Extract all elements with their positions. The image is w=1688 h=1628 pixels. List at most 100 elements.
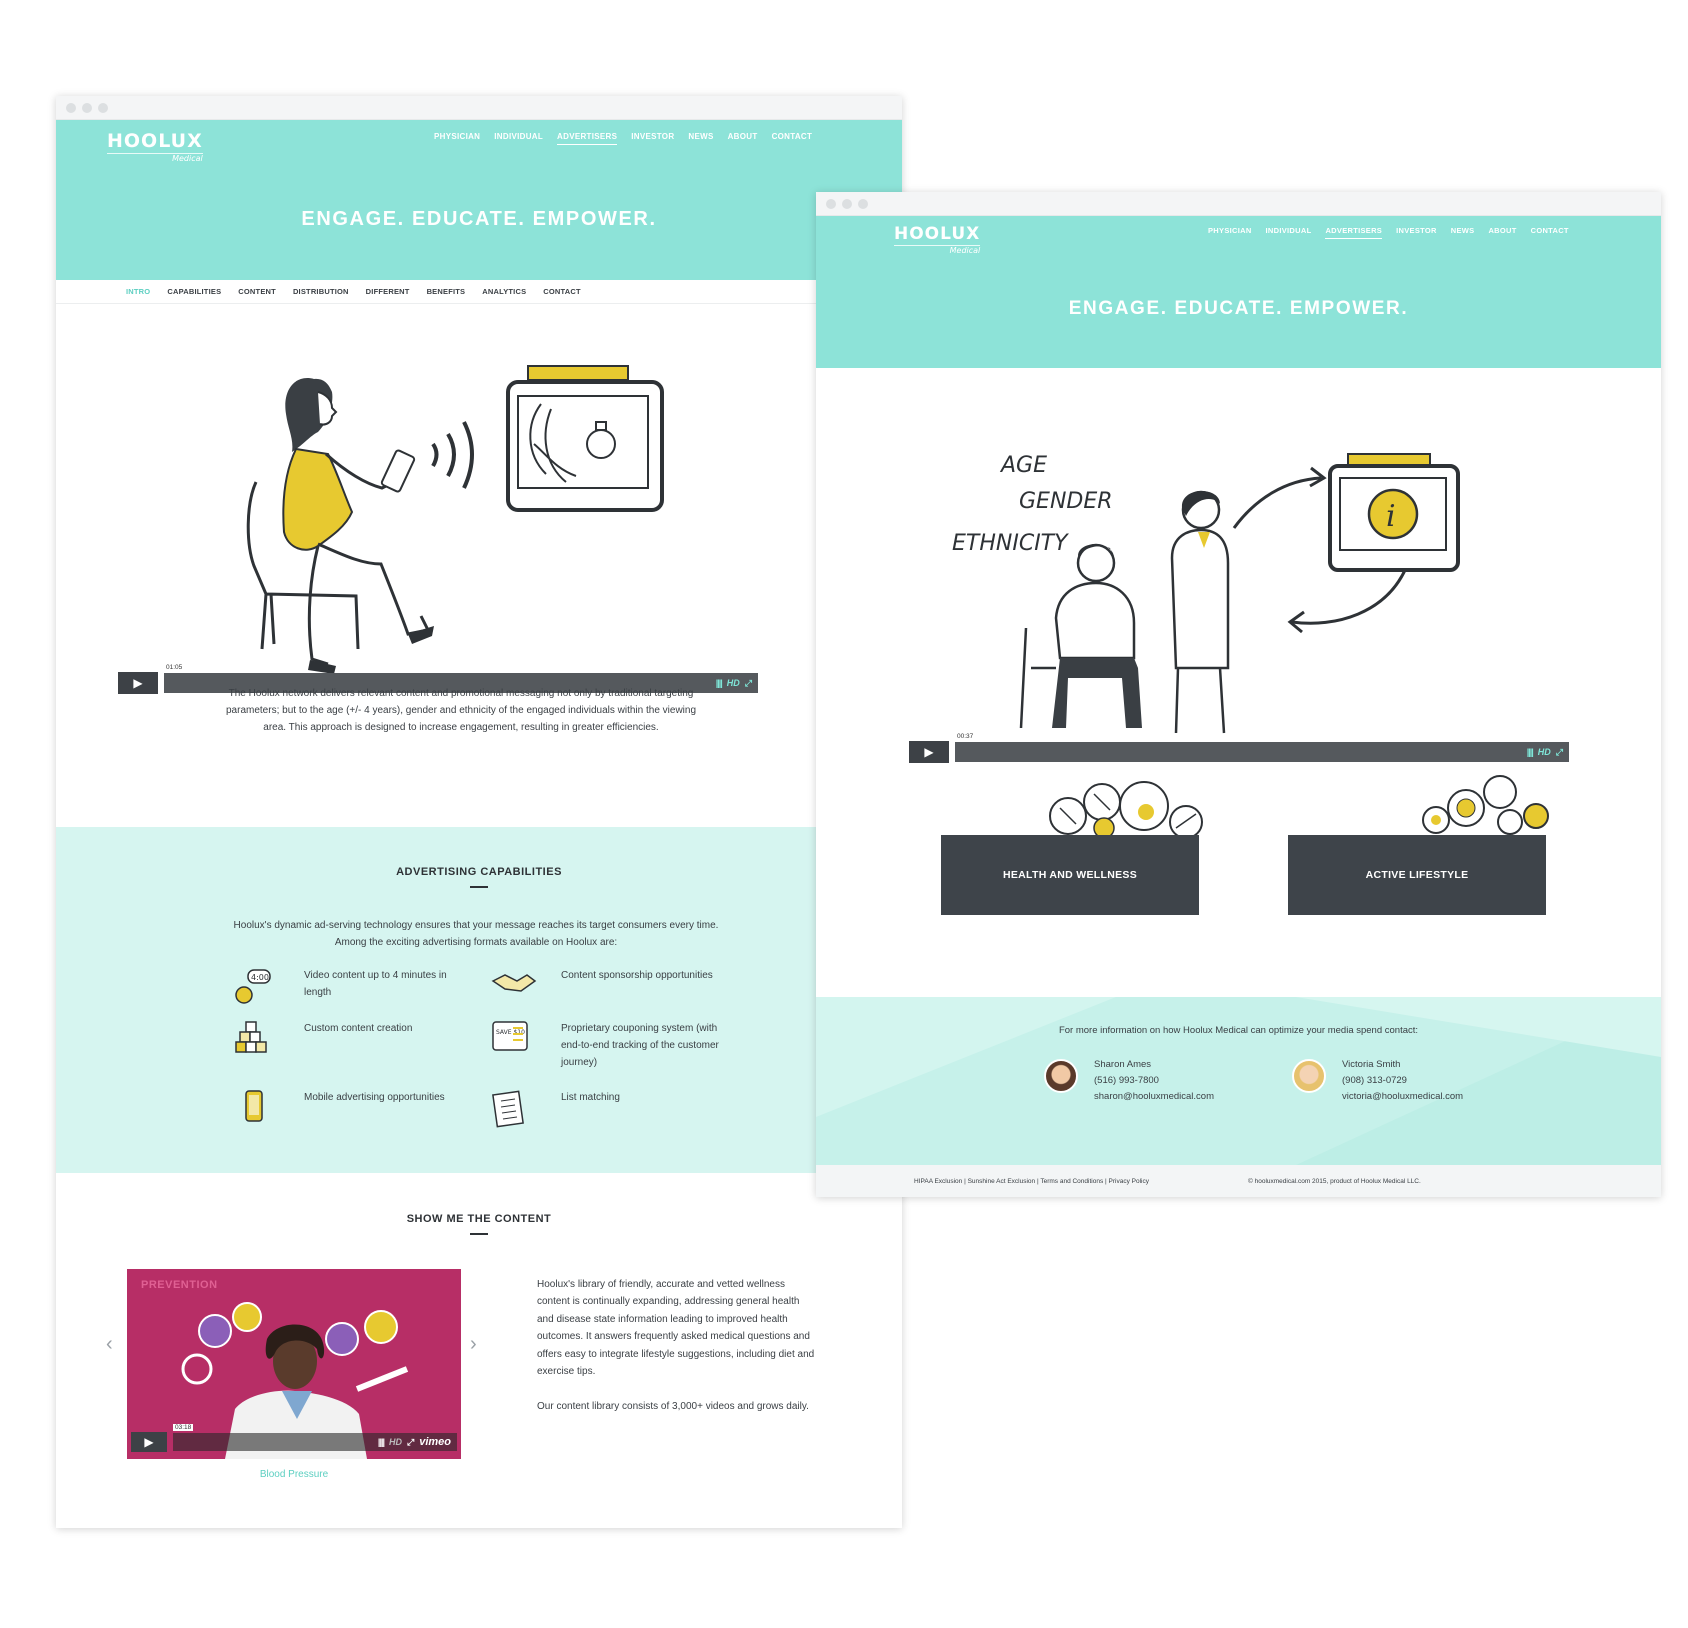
play-icon: ▶ xyxy=(144,1435,154,1449)
feature-list-matching: List matching xyxy=(491,1089,726,1129)
woman-tablet-illustration xyxy=(246,365,664,674)
category-cards: HEALTH AND WELLNESS ACTIVE LIFESTYLE xyxy=(816,732,1661,952)
video-player: ▶ 03:18 |||| HD ⤢ vimeo xyxy=(131,1424,457,1452)
content-paragraph-2: Our content library consists of 3,000+ v… xyxy=(537,1401,809,1412)
show-me-the-content-section: SHOW ME THE CONTENT ‹ PREVENTION ▶ 03:18… xyxy=(56,1173,902,1528)
nav-investor[interactable]: INVESTOR xyxy=(1396,226,1437,239)
health-and-wellness-card[interactable]: HEALTH AND WELLNESS xyxy=(941,835,1199,915)
hero-title: ENGAGE. EDUCATE. EMPOWER. xyxy=(1068,298,1409,319)
sketch-word-ethnicity: ETHNICITY xyxy=(952,531,1069,556)
feature-text: Video content up to 4 minutes in length xyxy=(304,970,447,998)
window-zoom-dot[interactable] xyxy=(98,102,108,113)
hd-toggle[interactable]: HD xyxy=(389,1437,402,1447)
contact-email[interactable]: victoria@hooluxmedical.com xyxy=(1342,1089,1463,1105)
footer-links[interactable]: HIPAA Exclusion | Sunshine Act Exclusion… xyxy=(914,1178,1149,1185)
nav-physician[interactable]: PHYSICIAN xyxy=(434,132,480,145)
play-button[interactable]: ▶ xyxy=(131,1432,167,1452)
feature-text: List matching xyxy=(561,1092,620,1103)
contact-email[interactable]: sharon@hooluxmedical.com xyxy=(1094,1089,1214,1105)
carousel-next-arrow[interactable]: › xyxy=(470,1333,477,1356)
hoolux-logo[interactable]: HOOLUX Medical xyxy=(107,130,203,163)
content-paragraph-1: Hoolux's library of friendly, accurate a… xyxy=(537,1279,815,1378)
contact-phone[interactable]: (516) 993-7800 xyxy=(1094,1073,1214,1089)
info-icon: i xyxy=(1386,499,1396,534)
subnav-benefits[interactable]: BENEFITS xyxy=(427,287,466,296)
contact-phone[interactable]: (908) 313-0729 xyxy=(1342,1073,1463,1089)
advertising-capabilities-section: ADVERTISING CAPABILITIES Hoolux's dynami… xyxy=(56,827,902,1173)
contact-section: For more information on how Hoolux Medic… xyxy=(816,997,1661,1165)
window-zoom-dot[interactable] xyxy=(858,198,868,209)
health-icons-cluster xyxy=(1049,781,1203,836)
logo-subtext: Medical xyxy=(107,153,203,163)
intro-video[interactable]: ▶ 01:05 |||| HD ⤢ xyxy=(56,304,902,704)
volume-icon[interactable]: |||| xyxy=(716,678,723,688)
feature-video-length: 4:00 Video content up to 4 minutes in le… xyxy=(234,967,469,1007)
nav-news[interactable]: NEWS xyxy=(688,132,713,145)
fullscreen-icon[interactable]: ⤢ xyxy=(407,1437,414,1448)
demographics-illustration: AGE GENDER ETHNICITY i xyxy=(952,453,1460,734)
sketch-word-gender: GENDER xyxy=(1019,489,1113,514)
hero-title: ENGAGE. EDUCATE. EMPOWER. xyxy=(301,208,657,230)
carousel-prev-arrow[interactable]: ‹ xyxy=(106,1333,113,1356)
active-lifestyle-card[interactable]: ACTIVE LIFESTYLE xyxy=(1288,835,1546,915)
nav-individual[interactable]: INDIVIDUAL xyxy=(494,132,543,145)
hoolux-logo[interactable]: HOOLUX Medical xyxy=(894,224,981,255)
play-button[interactable]: ▶ xyxy=(118,672,158,694)
nav-contact[interactable]: CONTACT xyxy=(1531,226,1569,239)
subnav-capabilities[interactable]: CAPABILITIES xyxy=(167,287,221,296)
window-minimize-dot[interactable] xyxy=(842,198,852,209)
background-geometry xyxy=(816,997,1661,1165)
subnav-intro[interactable]: INTRO xyxy=(126,287,150,296)
sketch-word-age: AGE xyxy=(999,453,1047,478)
content-title: SHOW ME THE CONTENT xyxy=(406,1213,552,1225)
video-scrubber[interactable]: 03:18 |||| HD ⤢ vimeo xyxy=(173,1424,457,1451)
nav-about[interactable]: ABOUT xyxy=(1488,226,1516,239)
logo-text: HOOLUX xyxy=(894,224,981,244)
fullscreen-icon[interactable]: ⤢ xyxy=(745,678,752,689)
capabilities-title: ADVERTISING CAPABILITIES xyxy=(396,866,562,878)
top-navigation: PHYSICIAN INDIVIDUAL ADVERTISERS INVESTO… xyxy=(1208,226,1569,239)
demographics-video[interactable]: AGE GENDER ETHNICITY i ▶ 00:37 |||| HD ⤢ xyxy=(816,368,1661,788)
title-divider xyxy=(470,1233,488,1235)
window-close-dot[interactable] xyxy=(66,102,76,113)
subnav-different[interactable]: DIFFERENT xyxy=(366,287,410,296)
browser-window-secondary: HOOLUX Medical PHYSICIAN INDIVIDUAL ADVE… xyxy=(816,192,1661,1197)
window-minimize-dot[interactable] xyxy=(82,102,92,113)
feature-sponsorship: Content sponsorship opportunities xyxy=(491,967,726,1007)
section-subnav: INTRO CAPABILITIES CONTENT DISTRIBUTION … xyxy=(56,280,902,304)
nav-individual[interactable]: INDIVIDUAL xyxy=(1266,226,1312,239)
feature-mobile: Mobile advertising opportunities xyxy=(234,1089,469,1129)
clock-label: 4:00 xyxy=(251,973,269,982)
feature-text: Custom content creation xyxy=(304,1023,413,1034)
subnav-analytics[interactable]: ANALYTICS xyxy=(482,287,526,296)
feature-text: Proprietary couponing system (with end-t… xyxy=(561,1023,719,1068)
subnav-content[interactable]: CONTENT xyxy=(238,287,276,296)
browser-chrome xyxy=(56,96,902,120)
blocks-icon xyxy=(234,1020,304,1060)
footer-copyright: © hooluxmedical.com 2015, product of Hoo… xyxy=(1248,1178,1421,1185)
volume-icon[interactable]: |||| xyxy=(378,1437,385,1447)
vimeo-logo[interactable]: vimeo xyxy=(419,1436,451,1448)
feature-text: Content sponsorship opportunities xyxy=(561,970,713,981)
subnav-distribution[interactable]: DISTRIBUTION xyxy=(293,287,349,296)
nav-investor[interactable]: INVESTOR xyxy=(631,132,674,145)
nav-advertisers[interactable]: ADVERTISERS xyxy=(1325,226,1383,239)
nav-advertisers[interactable]: ADVERTISERS xyxy=(557,132,618,145)
coupon-icon: SAVE $10 xyxy=(491,1020,561,1060)
contact-card: Victoria Smith (908) 313-0729 victoria@h… xyxy=(1292,1057,1463,1105)
window-close-dot[interactable] xyxy=(826,198,836,209)
checklist-icon xyxy=(491,1089,561,1129)
video-caption-link[interactable]: Blood Pressure xyxy=(127,1469,461,1480)
avatar xyxy=(1044,1059,1078,1093)
content-video-thumbnail[interactable]: PREVENTION ▶ 03:18 |||| HD ⤢ vimeo xyxy=(127,1269,461,1459)
nav-contact[interactable]: CONTACT xyxy=(772,132,813,145)
contact-lead-text: For more information on how Hoolux Medic… xyxy=(1058,1025,1419,1036)
contact-name: Sharon Ames xyxy=(1094,1059,1152,1070)
handshake-icon xyxy=(491,967,561,1007)
feature-couponing: SAVE $10 Proprietary couponing system (w… xyxy=(491,1020,726,1071)
nav-physician[interactable]: PHYSICIAN xyxy=(1208,226,1252,239)
subnav-contact[interactable]: CONTACT xyxy=(543,287,581,296)
nav-about[interactable]: ABOUT xyxy=(728,132,758,145)
nav-news[interactable]: NEWS xyxy=(1451,226,1475,239)
hd-toggle[interactable]: HD xyxy=(727,678,740,688)
